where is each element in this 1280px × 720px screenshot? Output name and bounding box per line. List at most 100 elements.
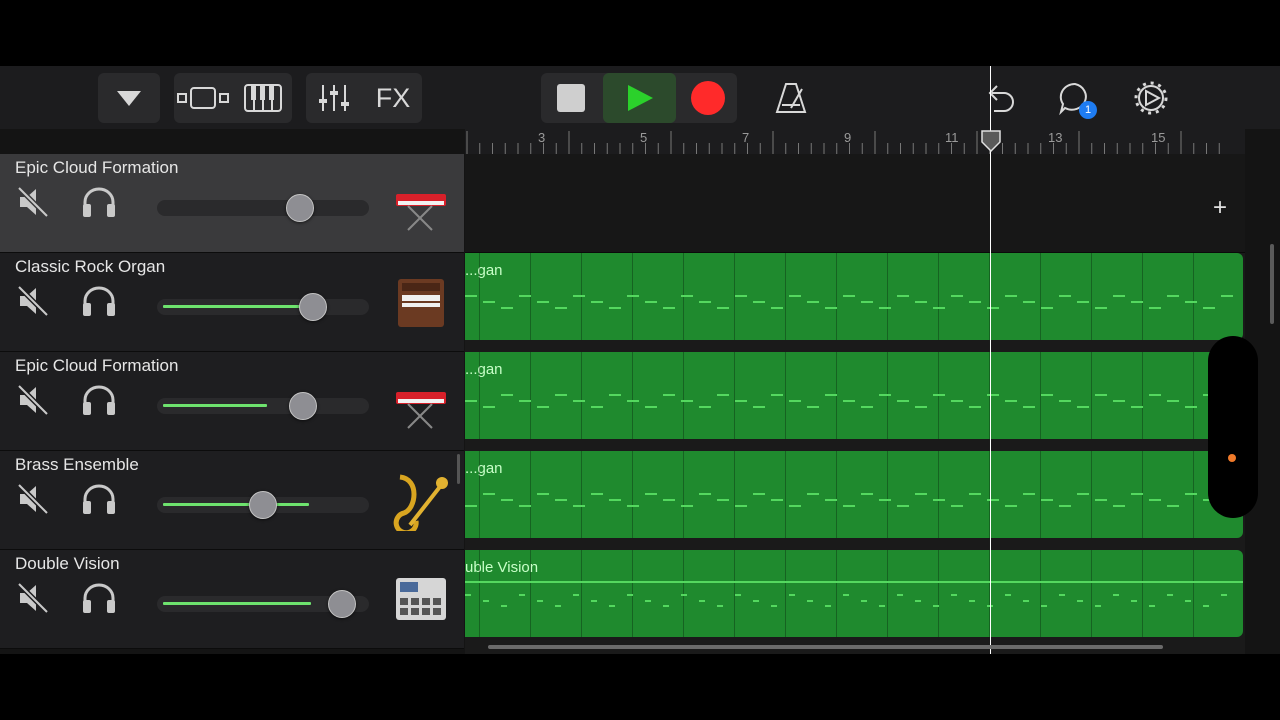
beat-divider <box>530 352 531 439</box>
volume-slider[interactable] <box>157 392 369 420</box>
midi-note <box>825 307 837 309</box>
volume-knob[interactable] <box>328 590 356 618</box>
chevron-down-icon <box>117 91 141 106</box>
midi-note <box>591 301 603 303</box>
track-header[interactable]: Epic Cloud Formation <box>0 154 464 253</box>
midi-note <box>573 505 585 507</box>
midi-note <box>951 505 963 507</box>
midi-note <box>933 307 945 309</box>
midi-note <box>771 307 783 309</box>
midi-note <box>573 594 579 596</box>
volume-slider[interactable] <box>157 194 369 222</box>
midi-note <box>1131 600 1137 602</box>
midi-note <box>735 295 747 297</box>
midi-note <box>735 594 741 596</box>
solo-button[interactable] <box>80 482 118 521</box>
midi-note <box>591 493 603 495</box>
midi-note <box>699 493 711 495</box>
volume-slider[interactable] <box>157 491 369 519</box>
vertical-scrollbar[interactable] <box>1270 244 1274 324</box>
metronome-button[interactable] <box>764 73 818 123</box>
midi-note <box>501 307 513 309</box>
midi-note <box>1113 594 1119 596</box>
mute-button[interactable] <box>16 581 50 620</box>
beat-divider <box>683 352 684 439</box>
midi-note <box>501 605 507 607</box>
midi-note <box>717 499 729 501</box>
mute-button[interactable] <box>16 284 50 323</box>
volume-knob[interactable] <box>286 194 314 222</box>
track-view-button[interactable] <box>174 73 232 123</box>
volume-knob[interactable] <box>249 491 277 519</box>
mixer-button[interactable] <box>306 73 362 123</box>
midi-note <box>1167 295 1179 297</box>
midi-note <box>1095 307 1107 309</box>
beat-divider <box>632 352 633 439</box>
playhead-handle[interactable] <box>980 130 1002 152</box>
midi-note <box>483 301 495 303</box>
side-handle[interactable] <box>1208 336 1258 518</box>
beat-divider <box>581 352 582 439</box>
track-lanes[interactable]: ...gan ...gan ...gan uble Vision <box>465 154 1245 654</box>
loop-count-badge: 1 <box>1079 101 1097 119</box>
undo-button[interactable] <box>972 73 1026 123</box>
fx-label: FX <box>375 82 411 113</box>
midi-note <box>771 605 777 607</box>
play-button[interactable] <box>603 73 676 123</box>
midi-note <box>1041 307 1053 309</box>
track-header[interactable]: Double Vision <box>0 550 464 649</box>
midi-note <box>1203 605 1209 607</box>
midi-note <box>1167 594 1173 596</box>
region[interactable]: ...gan <box>465 352 1243 439</box>
region[interactable]: ...gan <box>465 253 1243 340</box>
track-header[interactable]: Epic Cloud Formation <box>0 352 464 451</box>
midi-note <box>1149 394 1161 396</box>
add-section-button[interactable]: + <box>1213 194 1227 222</box>
midi-note <box>1023 600 1029 602</box>
empty-lane[interactable] <box>465 154 1245 253</box>
horizontal-scrollbar[interactable] <box>488 645 1163 649</box>
volume-slider[interactable] <box>157 293 369 321</box>
midi-note <box>1113 400 1125 402</box>
synth-keyboard-icon <box>390 172 452 234</box>
midi-note <box>501 499 513 501</box>
play-icon <box>627 85 653 111</box>
volume-slider[interactable] <box>157 590 369 618</box>
track-name: Double Vision <box>15 554 120 573</box>
midi-note <box>1221 594 1227 596</box>
solo-button[interactable] <box>80 383 118 422</box>
solo-button[interactable] <box>80 581 118 620</box>
fx-button[interactable]: FX <box>364 73 422 123</box>
tracks-dropdown-button[interactable] <box>98 73 160 123</box>
record-button[interactable] <box>678 73 737 123</box>
volume-knob[interactable] <box>289 392 317 420</box>
midi-note <box>789 400 801 402</box>
midi-note <box>807 600 813 602</box>
level-meter <box>163 602 311 605</box>
header-resize-handle[interactable] <box>457 454 460 484</box>
level-meter <box>163 404 267 407</box>
mute-button[interactable] <box>16 383 50 422</box>
solo-button[interactable] <box>80 284 118 323</box>
mute-button[interactable] <box>16 482 50 521</box>
region[interactable]: ...gan <box>465 451 1243 538</box>
midi-note <box>1131 406 1143 408</box>
solo-button[interactable] <box>80 185 118 224</box>
midi-note <box>1005 400 1017 402</box>
mute-button[interactable] <box>16 185 50 224</box>
settings-button[interactable] <box>1124 73 1178 123</box>
midi-note <box>627 505 639 507</box>
track-header[interactable]: Brass Ensemble <box>0 451 464 550</box>
midi-note <box>789 295 801 297</box>
ruler-bar-9: 9 <box>844 130 852 145</box>
midi-note <box>537 301 549 303</box>
stop-button[interactable] <box>541 73 601 123</box>
track-header[interactable]: Classic Rock Organ <box>0 253 464 352</box>
midi-note <box>681 400 693 402</box>
timeline-ruler[interactable]: 3 5 7 9 11 13 15 <box>465 129 1245 154</box>
midi-note <box>537 600 543 602</box>
beat-divider <box>785 451 786 538</box>
volume-knob[interactable] <box>299 293 327 321</box>
keyboard-button[interactable] <box>234 73 292 123</box>
region[interactable]: uble Vision <box>465 550 1243 637</box>
